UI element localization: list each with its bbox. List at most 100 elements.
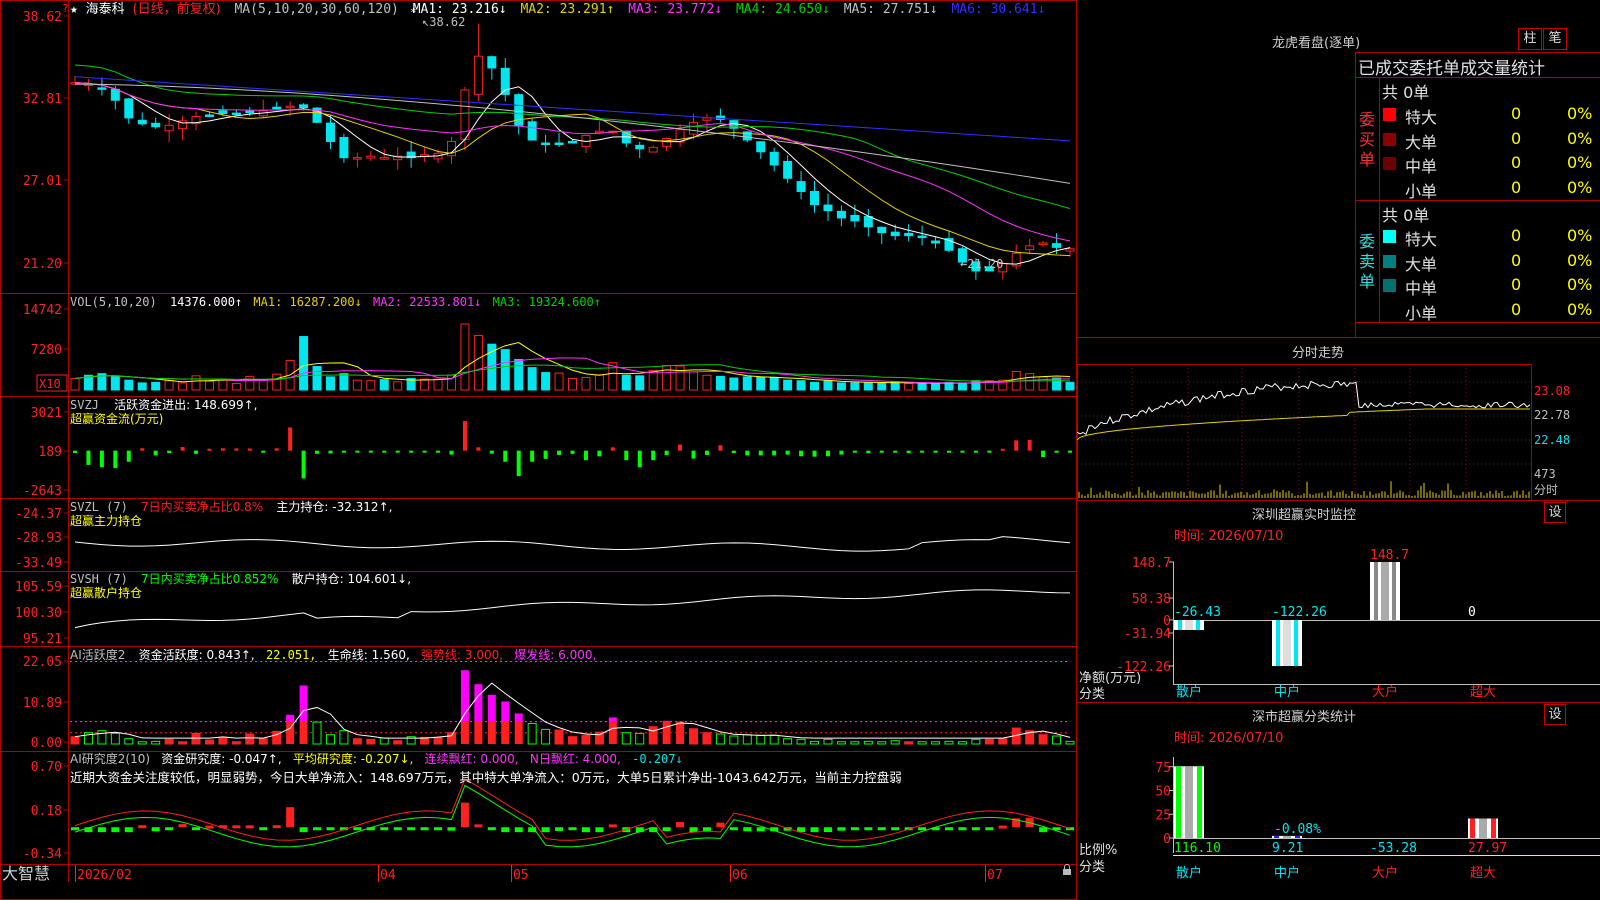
y-tick-label: -33.49 (15, 556, 62, 571)
volume-bar (191, 375, 201, 391)
class-bar-stripe (1176, 766, 1181, 838)
svzj-bar (812, 450, 817, 457)
monitor-tick: 148.7 (1132, 556, 1171, 571)
research-bar (501, 827, 510, 833)
activity-bar (635, 732, 645, 745)
class-tick: 50 (1155, 785, 1171, 800)
monitor-settings-button[interactable]: 设 (1544, 502, 1566, 523)
lhb-title: 龙虎看盘(逐单) (1272, 36, 1361, 51)
svzj-bar (1041, 450, 1046, 457)
x-label-may: 05 (513, 868, 529, 883)
intraday-chart[interactable]: 23.08 22.78 22.48 473 分时 (1077, 360, 1600, 500)
activity-bar (554, 729, 564, 745)
research-bar (326, 827, 335, 831)
sell-row: 中单 0 0% (1381, 274, 1600, 298)
activity-bar (689, 728, 699, 745)
price-candle (594, 130, 604, 134)
svzj-bar (772, 450, 777, 456)
intraday-tick: 23.08 (1534, 384, 1570, 398)
svzj-bar (557, 450, 562, 455)
volume-bar (325, 376, 335, 391)
price-candle (285, 105, 295, 109)
price-candle (648, 146, 658, 153)
activity-bar (662, 721, 671, 744)
column-view-button[interactable]: 柱 (1518, 28, 1542, 50)
x-label-jun: 06 (732, 868, 748, 883)
activity-bar (971, 738, 981, 745)
svzj-bar (368, 450, 373, 453)
sell-order-label: 委卖单 (1359, 232, 1376, 291)
svzj-bar (1068, 450, 1072, 453)
volume-bar (1065, 381, 1075, 391)
activity-bar (178, 741, 188, 745)
brand-logo: 大智慧 (2, 864, 50, 883)
y-tick-label: -24.37 (15, 507, 62, 522)
svzj-bar (476, 447, 481, 451)
volume-bar (715, 375, 725, 391)
sell-row: 大单 0 0% (1381, 250, 1600, 274)
buy-color-swatch (1383, 108, 1396, 121)
research-bar (420, 827, 429, 831)
activity-bar (729, 735, 739, 745)
main-chart-svg[interactable]: 38.62 32.81 27.01 21.20 14742 7280 3021 189 -264… (0, 0, 1077, 900)
activity-bar (352, 738, 362, 745)
sell-color-swatch (1383, 304, 1396, 317)
class-tick: 25 (1155, 808, 1171, 823)
class-settings-button[interactable]: 设 (1544, 704, 1566, 725)
svzj-bar (328, 450, 333, 454)
x-label-feb: 2026/02 (77, 868, 132, 883)
activity-bar (312, 721, 322, 745)
volume-bar (204, 380, 214, 391)
svzj-bar (583, 450, 588, 461)
volume-bar (635, 375, 645, 391)
y-tick-label: -28.93 (15, 531, 62, 546)
svzj-bar (946, 450, 951, 453)
svzj-bar (422, 450, 427, 453)
svzj-bar (637, 450, 642, 468)
activity-bar (756, 734, 766, 745)
activity-bar (904, 741, 914, 745)
research-bar (541, 827, 550, 833)
activity-bar (446, 732, 456, 745)
class-chart: 75 50 25 0116.10 散户 -0.08% 9.21 中户 -53.28 大户 27.97… (1155, 757, 1600, 881)
activity-bar-top (299, 685, 308, 722)
buy-pct: 0% (1567, 128, 1593, 148)
lock-icon[interactable] (1063, 864, 1071, 875)
volume-bar (151, 381, 161, 391)
svzj-bar (1014, 440, 1019, 451)
research-bar (259, 827, 268, 831)
volume-bar (836, 382, 846, 391)
y-tick-label: 100.30 (15, 606, 62, 621)
class-value: 116.10 (1174, 841, 1221, 856)
activity-bar (742, 734, 752, 745)
volume-bar (514, 358, 524, 391)
research-bar (662, 827, 671, 832)
price-candle (917, 235, 927, 239)
svzj-bar (516, 450, 521, 476)
svzj-bar (73, 450, 77, 454)
research-bar (837, 827, 846, 831)
activity-bar (621, 732, 631, 745)
price-candle (541, 142, 551, 146)
order-stat-title: 已成交委托单成交量统计 (1358, 59, 1545, 79)
price-candle (1025, 245, 1035, 251)
buy-order-label: 委买单 (1359, 110, 1376, 169)
activity-bar (608, 721, 617, 744)
class-bar-core (1479, 818, 1487, 838)
pen-view-button[interactable]: 笔 (1543, 28, 1567, 50)
svzj-bar (879, 450, 884, 453)
monitor-chart: 148.758.380-31.94-122.26-26.43散户-122.26中… (1116, 548, 1600, 700)
price-candle (137, 119, 147, 125)
intraday-unit: 分时 (1534, 483, 1558, 497)
ma3-line (74, 82, 1071, 242)
svzj-bar (395, 450, 400, 453)
svzj-bar (234, 448, 239, 451)
svzl-subtitle: 超赢主力持仓 (70, 513, 142, 528)
price-candle (810, 190, 820, 206)
svzj-bar (194, 450, 199, 454)
research-bar (313, 827, 322, 831)
research-bar (568, 827, 577, 831)
research-bar (111, 827, 120, 833)
sell-value: 0 (1511, 250, 1522, 270)
research-bar (71, 827, 79, 831)
